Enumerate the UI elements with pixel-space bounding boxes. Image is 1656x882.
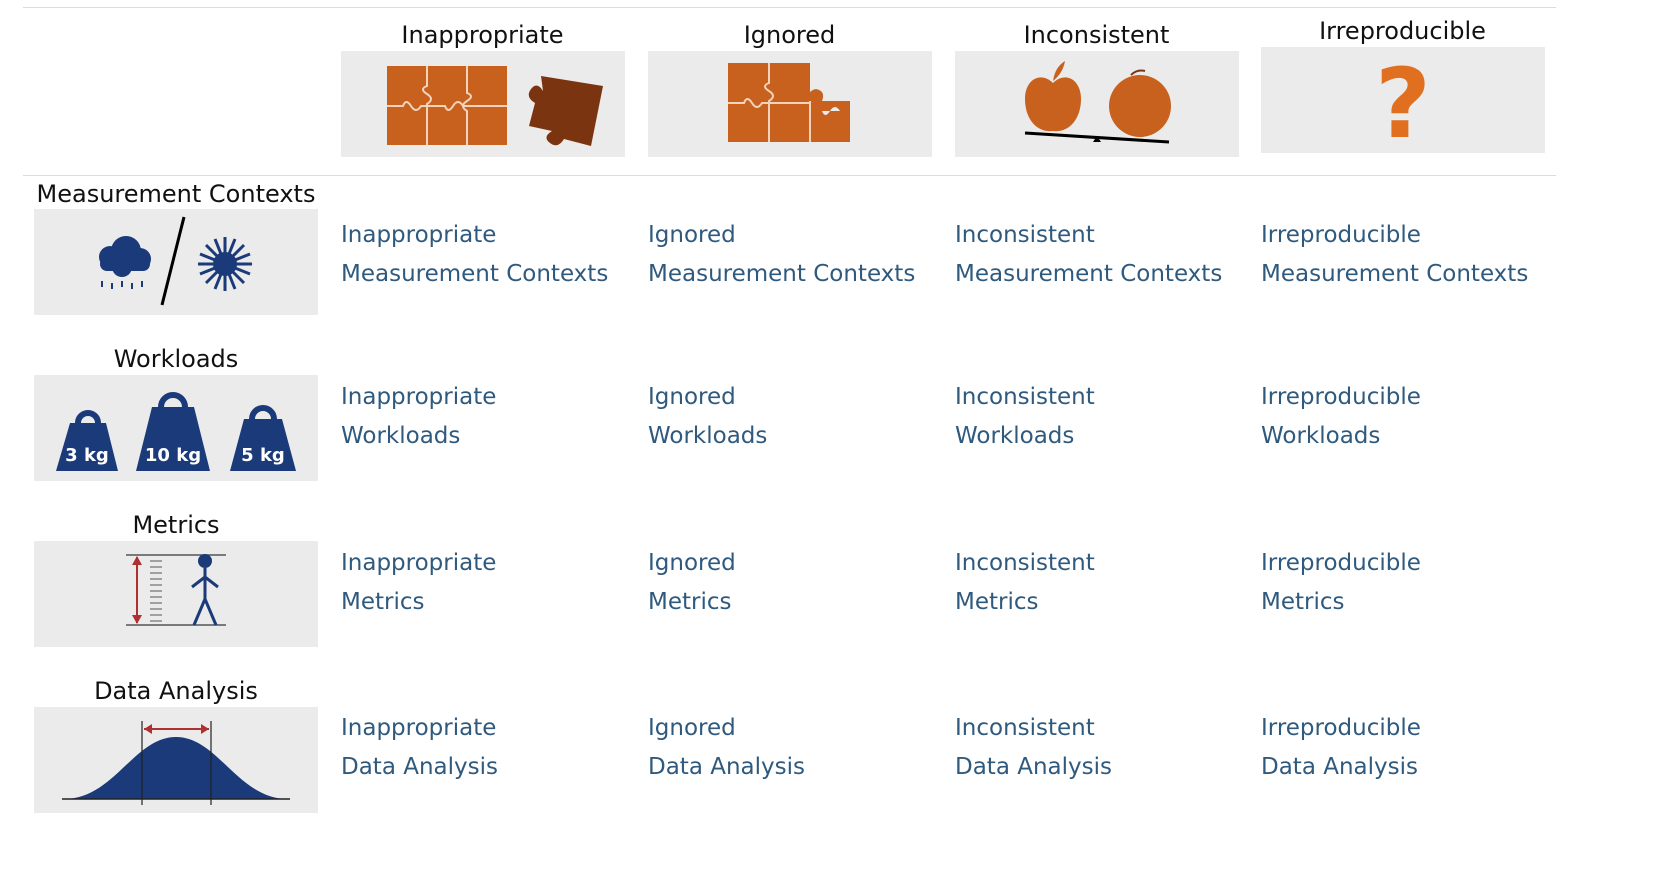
cell-line: Irreproducible <box>1261 715 1421 741</box>
row-header-workloads: Workloads <box>113 345 239 373</box>
cell-ignored-metrics[interactable]: Ignored Metrics <box>648 544 948 621</box>
cell-inconsistent-metrics[interactable]: Inconsistent Metrics <box>955 544 1255 621</box>
svg-text:?: ? <box>1375 48 1431 153</box>
cell-line: Workloads <box>341 422 461 449</box>
cell-ignored-data-analysis[interactable]: Ignored Data Analysis <box>648 709 948 786</box>
cell-line: Inappropriate <box>341 222 497 248</box>
bell-curve-icon <box>34 707 318 813</box>
cell-inappropriate-measurement-contexts[interactable]: Inappropriate Measurement Contexts <box>341 216 641 293</box>
cell-line: Metrics <box>648 588 732 615</box>
cell-line: Metrics <box>341 588 425 615</box>
cell-line: Metrics <box>955 588 1039 615</box>
cell-line: Inappropriate <box>341 550 497 576</box>
weight-label: 3 kg <box>65 445 109 466</box>
cell-line: Data Analysis <box>648 753 805 780</box>
cell-ignored-workloads[interactable]: Ignored Workloads <box>648 378 948 455</box>
row-header-measurement-contexts: Measurement Contexts <box>36 180 316 208</box>
cell-irreproducible-metrics[interactable]: Irreproducible Metrics <box>1261 544 1561 621</box>
cell-line: Measurement Contexts <box>341 260 609 287</box>
cell-line: Ignored <box>648 550 736 576</box>
cell-line: Inconsistent <box>955 384 1095 410</box>
weight-label: 10 kg <box>145 445 201 466</box>
weight-label: 5 kg <box>241 445 285 466</box>
row-header-metrics: Metrics <box>132 511 220 539</box>
column-header-irreproducible: Irreproducible <box>1319 17 1486 45</box>
weather-rain-sun-icon <box>34 209 318 315</box>
mismatched-puzzle-icon <box>341 51 625 157</box>
cell-line: Data Analysis <box>341 753 498 780</box>
row-header-data-analysis: Data Analysis <box>94 677 258 705</box>
cell-line: Measurement Contexts <box>648 260 916 287</box>
cell-line: Inappropriate <box>341 384 497 410</box>
cell-line: Measurement Contexts <box>955 260 1223 287</box>
cell-line: Inappropriate <box>341 715 497 741</box>
cell-irreproducible-workloads[interactable]: Irreproducible Workloads <box>1261 378 1561 455</box>
header-divider <box>23 175 1556 176</box>
cell-line: Workloads <box>648 422 768 449</box>
height-measure-icon <box>34 541 318 647</box>
incomplete-puzzle-icon <box>648 51 932 157</box>
cell-line: Inconsistent <box>955 550 1095 576</box>
cell-irreproducible-measurement-contexts[interactable]: Irreproducible Measurement Contexts <box>1261 216 1561 293</box>
cell-inconsistent-data-analysis[interactable]: Inconsistent Data Analysis <box>955 709 1255 786</box>
column-header-ignored: Ignored <box>743 21 836 49</box>
cell-line: Data Analysis <box>1261 753 1418 780</box>
column-header-inappropriate: Inappropriate <box>401 21 564 49</box>
cell-inconsistent-measurement-contexts[interactable]: Inconsistent Measurement Contexts <box>955 216 1255 293</box>
cell-line: Inconsistent <box>955 222 1095 248</box>
cell-line: Inconsistent <box>955 715 1095 741</box>
cell-line: Irreproducible <box>1261 550 1421 576</box>
cell-line: Ignored <box>648 384 736 410</box>
cell-inconsistent-workloads[interactable]: Inconsistent Workloads <box>955 378 1255 455</box>
cell-inappropriate-metrics[interactable]: Inappropriate Metrics <box>341 544 641 621</box>
cell-line: Workloads <box>1261 422 1381 449</box>
question-mark-icon: ? <box>1261 47 1545 153</box>
cell-line: Data Analysis <box>955 753 1112 780</box>
cell-inappropriate-workloads[interactable]: Inappropriate Workloads <box>341 378 641 455</box>
apple-orange-scale-icon <box>955 51 1239 157</box>
column-header-inconsistent: Inconsistent <box>1023 21 1170 49</box>
cell-line: Irreproducible <box>1261 222 1421 248</box>
cell-line: Irreproducible <box>1261 384 1421 410</box>
cell-inappropriate-data-analysis[interactable]: Inappropriate Data Analysis <box>341 709 641 786</box>
cell-line: Workloads <box>955 422 1075 449</box>
cell-line: Metrics <box>1261 588 1345 615</box>
cell-irreproducible-data-analysis[interactable]: Irreproducible Data Analysis <box>1261 709 1561 786</box>
cell-line: Ignored <box>648 222 736 248</box>
weights-icon: 3 kg 10 kg 5 kg <box>34 375 318 481</box>
cell-line: Ignored <box>648 715 736 741</box>
cell-ignored-measurement-contexts[interactable]: Ignored Measurement Contexts <box>648 216 948 293</box>
top-divider <box>23 7 1556 8</box>
cell-line: Measurement Contexts <box>1261 260 1529 287</box>
